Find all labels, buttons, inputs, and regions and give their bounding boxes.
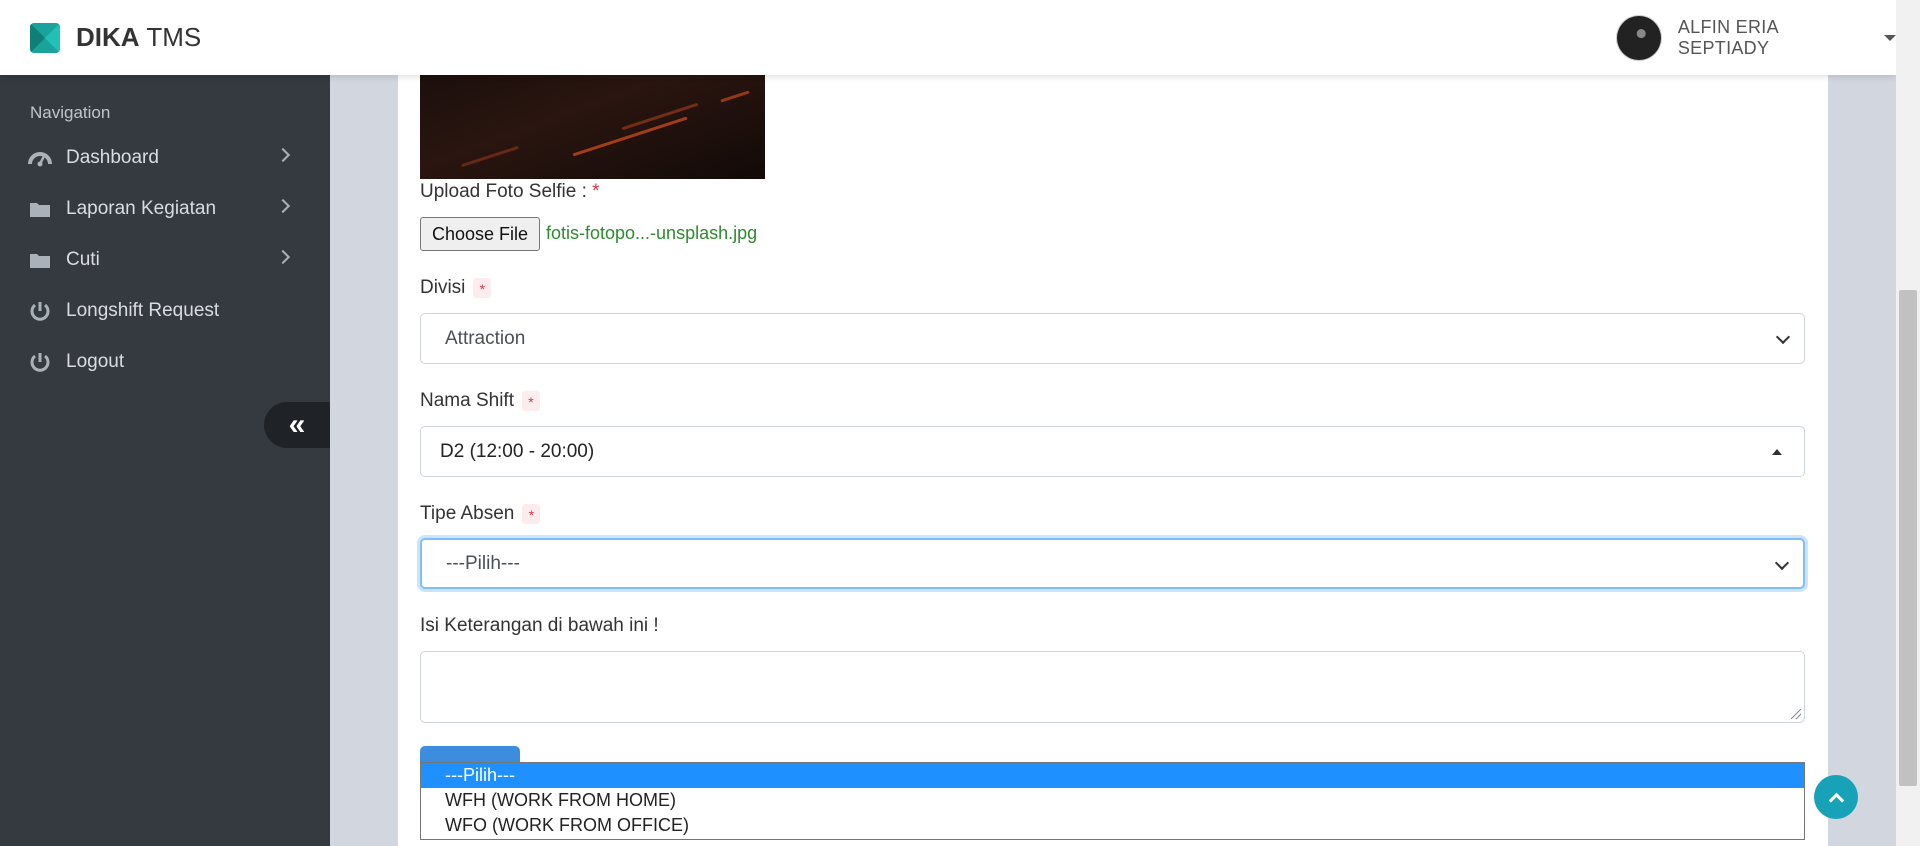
sidebar-item-logout[interactable]: Logout: [0, 337, 330, 387]
brand-logo-icon: [30, 22, 60, 53]
divisi-label: Divisi *: [420, 277, 492, 299]
sidebar-item-label: Longshift Request: [66, 300, 220, 321]
avatar: [1616, 15, 1662, 61]
tipe-absen-label: Tipe Absen *: [420, 503, 541, 525]
power-icon: [28, 350, 52, 374]
double-chevron-left-icon: «: [288, 408, 306, 441]
dropdown-option[interactable]: WFH (WORK FROM HOME): [421, 788, 1804, 813]
nav-header: Navigation: [30, 103, 111, 122]
power-icon: [28, 299, 52, 323]
chevron-down-icon: [1774, 555, 1790, 571]
keterangan-textarea[interactable]: [420, 651, 1805, 723]
top-navbar: DIKA TMS ALFIN ERIA SEPTIADY: [0, 0, 1896, 75]
dropdown-option[interactable]: ---Pilih---: [421, 763, 1804, 788]
divisi-select[interactable]: Attraction: [420, 313, 1805, 364]
caret-down-icon: [1884, 35, 1896, 41]
selected-file-name: fotis-fotopo...-unsplash.jpg: [546, 223, 758, 243]
scroll-to-top-button[interactable]: [1814, 775, 1858, 819]
upload-selfie-label: Upload Foto Selfie : *: [420, 181, 600, 202]
tipe-absen-dropdown-list: ---Pilih--- WFH (WORK FROM HOME) WFO (WO…: [420, 762, 1805, 840]
chevron-right-icon: [275, 147, 291, 163]
chevron-up-icon: [1828, 792, 1844, 808]
sidebar-item-cuti[interactable]: Cuti: [0, 235, 330, 285]
brand[interactable]: DIKA TMS: [30, 22, 201, 53]
chevron-down-icon: [1775, 329, 1791, 345]
keterangan-label: Isi Keterangan di bawah ini !: [420, 615, 659, 636]
sidebar-item-label: Laporan Kegiatan: [66, 198, 217, 219]
tachometer-icon: [28, 146, 52, 170]
sidebar-item-label: Dashboard: [66, 147, 159, 168]
dropdown-option[interactable]: WFO (WORK FROM OFFICE): [421, 813, 1804, 838]
resize-grip-icon[interactable]: [1791, 709, 1801, 719]
user-menu[interactable]: ALFIN ERIA SEPTIADY: [1616, 15, 1896, 61]
chevron-right-icon: [275, 198, 291, 214]
chevron-right-icon: [275, 249, 291, 265]
page-scrollbar[interactable]: [1896, 0, 1920, 846]
caret-up-icon: [1772, 449, 1782, 455]
brand-name: DIKA TMS: [76, 22, 202, 52]
user-name: ALFIN ERIA SEPTIADY: [1677, 17, 1778, 58]
scrollbar-thumb[interactable]: [1899, 290, 1917, 786]
nama-shift-select[interactable]: D2 (12:00 - 20:00): [420, 426, 1805, 477]
sidebar-item-label: Logout: [66, 351, 125, 372]
selfie-preview-image: [420, 75, 765, 179]
sidebar: Navigation Dashboard Laporan Kegiatan Cu…: [0, 75, 330, 846]
sidebar-collapse-button[interactable]: «: [264, 402, 330, 448]
nama-shift-label: Nama Shift *: [420, 390, 540, 412]
folder-icon: [28, 248, 52, 272]
sidebar-item-dashboard[interactable]: Dashboard: [0, 133, 330, 183]
sidebar-item-label: Cuti: [66, 249, 100, 270]
sidebar-item-laporan-kegiatan[interactable]: Laporan Kegiatan: [0, 184, 330, 234]
sidebar-item-longshift-request[interactable]: Longshift Request: [0, 286, 330, 336]
choose-file-button[interactable]: Choose File: [420, 217, 540, 251]
folder-icon: [28, 197, 52, 221]
tipe-absen-select[interactable]: ---Pilih---: [420, 538, 1805, 589]
